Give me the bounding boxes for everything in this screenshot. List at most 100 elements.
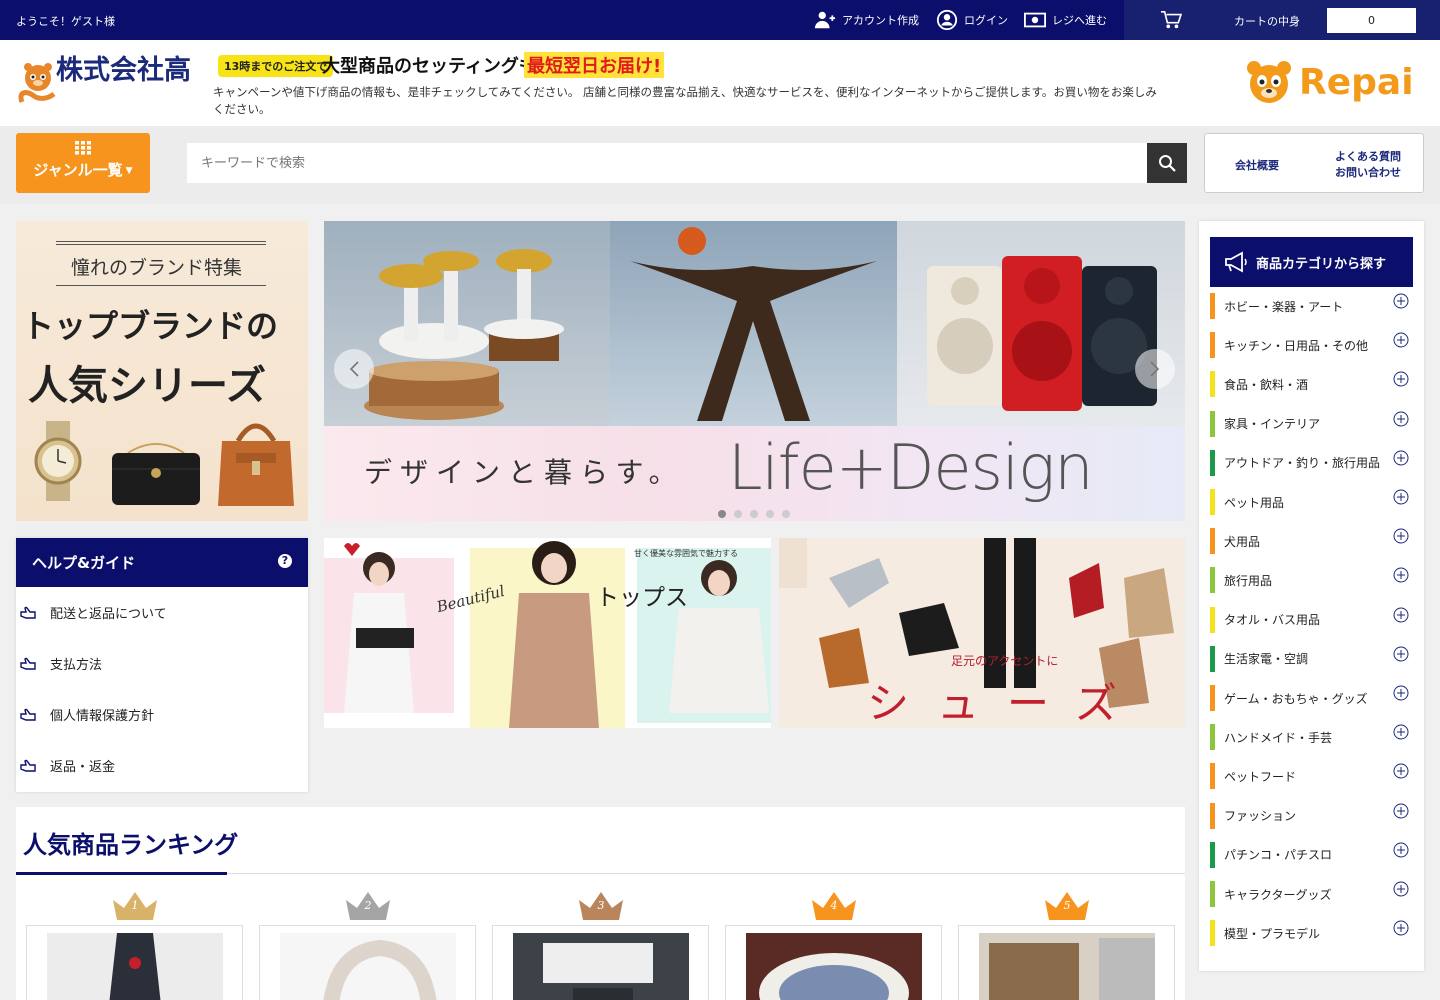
category-item[interactable]: アウトドア・釣り・旅行用品 [1210,449,1413,477]
plus-circle-icon[interactable] [1393,450,1409,466]
plus-circle-icon[interactable] [1393,881,1409,897]
hand-pointer-icon [20,657,36,670]
carousel-prev-button[interactable] [334,349,374,389]
category-item[interactable]: 家具・インテリア [1210,410,1413,438]
account-create-link[interactable]: アカウント作成 [814,9,919,31]
help-item-label: 配送と返品について [50,607,167,622]
carousel-panel-radios [897,221,1185,426]
help-guide-header: ヘルプ&ガイド ? [16,538,308,587]
squirrel-mascot-icon[interactable] [16,62,60,106]
category-item-label: ゲーム・おもちゃ・グッズ [1224,691,1368,706]
plus-circle-icon[interactable] [1393,567,1409,583]
plus-circle-icon[interactable] [1393,724,1409,740]
category-item[interactable]: キャラクターグッズ [1210,880,1413,908]
ranking-product-card[interactable] [958,925,1175,1000]
promo-headline: 大型商品のセッティングも [322,56,537,77]
category-item[interactable]: ホビー・楽器・アート [1210,292,1413,320]
caret-down-icon: ▼ [125,165,133,176]
fashion-models-image [324,541,771,728]
carousel-headline: Life+Design [728,431,1094,504]
user-plus-icon [814,11,836,29]
plus-circle-icon[interactable] [1393,332,1409,348]
search-button[interactable] [1147,143,1187,183]
brand-feature-banner[interactable]: 憧れのブランド特集 トップブランドの 人気シリーズ [16,221,308,521]
genre-menu-button[interactable]: ジャンル一覧 ▼ [16,133,150,193]
category-item-label: 食品・飲料・酒 [1224,377,1309,392]
help-item[interactable]: 支払方法 [16,638,308,689]
category-item-label: キッチン・日用品・その他 [1224,338,1369,353]
category-item[interactable]: 犬用品 [1210,527,1413,555]
repai-logo[interactable]: Repai [1245,58,1414,106]
category-item[interactable]: キッチン・日用品・その他 [1210,331,1413,359]
cart-icon [1161,11,1182,29]
category-item[interactable]: 模型・プラモデル [1210,919,1413,947]
category-color-bar [1210,841,1215,868]
carousel-dot[interactable] [750,510,758,518]
hand-pointer-icon [20,759,36,772]
category-item[interactable]: 旅行用品 [1210,566,1413,594]
category-item[interactable]: ハンドメイド・手芸 [1210,723,1413,751]
category-item-label: ハンドメイド・手芸 [1224,730,1333,745]
category-item[interactable]: ゲーム・おもちゃ・グッズ [1210,684,1413,712]
category-color-bar [1210,724,1215,751]
help-item[interactable]: 個人情報保護方針 [16,689,308,740]
category-item[interactable]: ペット用品 [1210,488,1413,516]
ranking-product-card[interactable] [26,925,243,1000]
help-guide-panel: ヘルプ&ガイド ? 配送と返品について支払方法 個人情報保護方針 返品・返金 [16,538,308,792]
plus-circle-icon[interactable] [1393,411,1409,427]
ranking-product-card[interactable] [725,925,942,1000]
product-image [979,933,1155,1000]
category-item[interactable]: 食品・飲料・酒 [1210,370,1413,398]
rank-number: 5 [1063,899,1071,912]
login-link[interactable]: ログイン [936,9,1008,31]
category-item[interactable]: 生活家電・空調 [1210,645,1413,673]
carousel-dot[interactable] [734,510,742,518]
plus-circle-icon[interactable] [1393,489,1409,505]
plus-circle-icon[interactable] [1393,293,1409,309]
category-item-label: 模型・プラモデル [1224,926,1321,941]
carousel-dot[interactable] [782,510,790,518]
carousel-dot[interactable] [718,510,726,518]
help-item[interactable]: 配送と返品について [16,587,308,638]
category-sidebar: 商品カテゴリから探す ホビー・楽器・アート キッチン・日用品・その他 食品・飲料・酒… [1199,221,1424,971]
cart-box[interactable]: カートの中身 0 [1124,0,1440,40]
help-guide-title: ヘルプ&ガイド [32,554,136,572]
cart-label: カートの中身 [1234,15,1300,28]
faq-contact-link[interactable]: よくある質問 お問い合わせ [1335,149,1401,181]
plus-circle-icon[interactable] [1393,842,1409,858]
category-item[interactable]: タオル・バス用品 [1210,606,1413,634]
hero-carousel[interactable]: デザインと暮らす。 Life+Design [324,221,1185,521]
plus-circle-icon[interactable] [1393,920,1409,936]
carousel-next-button[interactable] [1135,349,1175,389]
category-item[interactable]: ペットフード [1210,762,1413,790]
butterfly-stool-image [630,227,877,421]
chevron-right-icon [1150,361,1160,377]
ranking-product-card[interactable] [492,925,709,1000]
shoes-banner[interactable]: 足元のアクセントに シューズ [779,538,1185,728]
plus-circle-icon[interactable] [1393,803,1409,819]
category-item-label: ホビー・楽器・アート [1224,299,1344,314]
plus-circle-icon[interactable] [1393,528,1409,544]
checkout-label: レジへ進む [1052,14,1107,27]
company-about-link[interactable]: 会社概要 [1235,157,1279,173]
category-color-bar [1210,920,1215,947]
banner-rule-bottom [56,285,266,286]
plus-circle-icon[interactable] [1393,685,1409,701]
ranking-product-card[interactable] [259,925,476,1000]
category-item[interactable]: パチンコ・パチスロ [1210,841,1413,869]
plus-circle-icon[interactable] [1393,646,1409,662]
help-item[interactable]: 返品・返金 [16,740,308,791]
plus-circle-icon[interactable] [1393,607,1409,623]
rank-number: 2 [364,899,372,912]
plus-circle-icon[interactable] [1393,763,1409,779]
plus-circle-icon[interactable] [1393,371,1409,387]
category-color-bar [1210,567,1215,594]
fashion-tops-banner[interactable]: Beautiful トップス 甘く優美な雰囲気で魅力する [324,538,771,728]
question-icon[interactable]: ? [278,554,292,568]
login-label: ログイン [964,14,1008,27]
carousel-dot[interactable] [766,510,774,518]
company-name[interactable]: 株式会社高 [56,56,206,86]
checkout-link[interactable]: レジへ進む [1024,9,1107,31]
search-input[interactable] [187,143,1147,183]
category-item[interactable]: ファッション [1210,802,1413,830]
